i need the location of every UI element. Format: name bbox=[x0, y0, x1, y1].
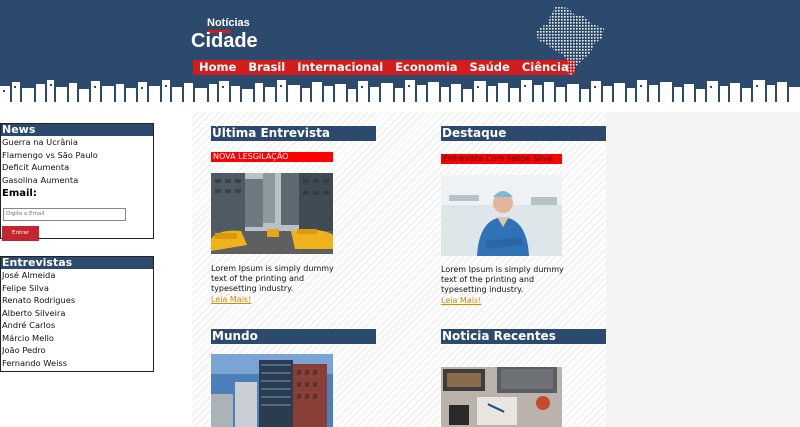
section-title-recent: Noticia Recentes bbox=[441, 329, 606, 344]
news-item[interactable]: Flamengo vs São Paulo bbox=[1, 149, 153, 162]
interview-item[interactable]: Fernando Weiss bbox=[1, 357, 153, 370]
interview-item[interactable]: Alberto Silveira bbox=[1, 307, 153, 320]
news-title: News bbox=[1, 124, 153, 136]
brazil-map-icon bbox=[536, 6, 604, 76]
submit-button[interactable]: Entrar bbox=[2, 225, 39, 241]
tag-badge: Entrevista Com Felipe Silva bbox=[441, 154, 562, 164]
interview-item[interactable]: Márcio Mello bbox=[1, 332, 153, 345]
read-more-link[interactable]: Leia Mais! bbox=[211, 295, 251, 305]
news-box: News Guerra na Ucrânia Flamengo vs São P… bbox=[0, 123, 154, 241]
interview-item[interactable]: Felipe Silva bbox=[1, 282, 153, 295]
interview-item[interactable]: Renato Rodrigues bbox=[1, 294, 153, 307]
buildings-photo-icon bbox=[211, 354, 333, 427]
tag-badge: NOVA LESGILAÇÃO bbox=[211, 152, 333, 162]
news-list: Guerra na Ucrânia Flamengo vs São Paulo … bbox=[1, 136, 153, 186]
desk-photo-icon bbox=[441, 367, 562, 427]
city-street-image[interactable] bbox=[211, 173, 333, 254]
article-excerpt: Lorem Ipsum is simply dummy text of the … bbox=[211, 264, 334, 293]
site-logo[interactable]: Notícias Cidade bbox=[191, 17, 258, 52]
main-nav: Home Brasil Internacional Economia Saúde… bbox=[193, 60, 575, 75]
interview-item[interactable]: André Carlos bbox=[1, 319, 153, 332]
nav-brasil[interactable]: Brasil bbox=[242, 60, 291, 75]
article-excerpt: Lorem Ipsum is simply dummy text of the … bbox=[441, 265, 564, 294]
nav-saude[interactable]: Saúde bbox=[464, 60, 516, 75]
news-item[interactable]: Gasolina Aumenta bbox=[1, 174, 153, 187]
nav-home[interactable]: Home bbox=[193, 60, 242, 75]
city-skyline bbox=[0, 80, 800, 102]
city-street-photo-icon bbox=[211, 173, 333, 254]
interviews-list: José Almeida Felipe Silva Renato Rodrigu… bbox=[1, 269, 153, 369]
world-buildings-image[interactable] bbox=[211, 354, 333, 427]
email-input[interactable] bbox=[3, 207, 126, 221]
right-column-background bbox=[606, 112, 800, 427]
email-label: Email: bbox=[2, 188, 37, 199]
nav-economia[interactable]: Economia bbox=[389, 60, 463, 75]
read-more-link[interactable]: Leia Mais! bbox=[441, 296, 481, 306]
logo-big-text: Cidade bbox=[191, 30, 258, 52]
site-header: Notícias Cidade Home Brasil Internaciona… bbox=[0, 0, 800, 102]
desk-image[interactable] bbox=[441, 367, 562, 427]
section-title-interview: Última Entrevista bbox=[211, 126, 376, 141]
interview-item[interactable]: José Almeida bbox=[1, 269, 153, 282]
interview-item[interactable]: João Pedro bbox=[1, 344, 153, 357]
doctor-image[interactable] bbox=[441, 175, 562, 256]
section-title-featured: Destaque bbox=[441, 126, 606, 141]
nav-internacional[interactable]: Internacional bbox=[291, 60, 389, 75]
logo-small-text: Notícias bbox=[207, 17, 250, 29]
news-item[interactable]: Deficit Aumenta bbox=[1, 161, 153, 174]
section-title-world: Mundo bbox=[211, 329, 376, 344]
doctor-photo-icon bbox=[441, 175, 562, 256]
interviews-box: Entrevistas José Almeida Felipe Silva Re… bbox=[0, 256, 154, 372]
interviews-title: Entrevistas bbox=[1, 257, 153, 269]
news-item[interactable]: Guerra na Ucrânia bbox=[1, 136, 153, 149]
